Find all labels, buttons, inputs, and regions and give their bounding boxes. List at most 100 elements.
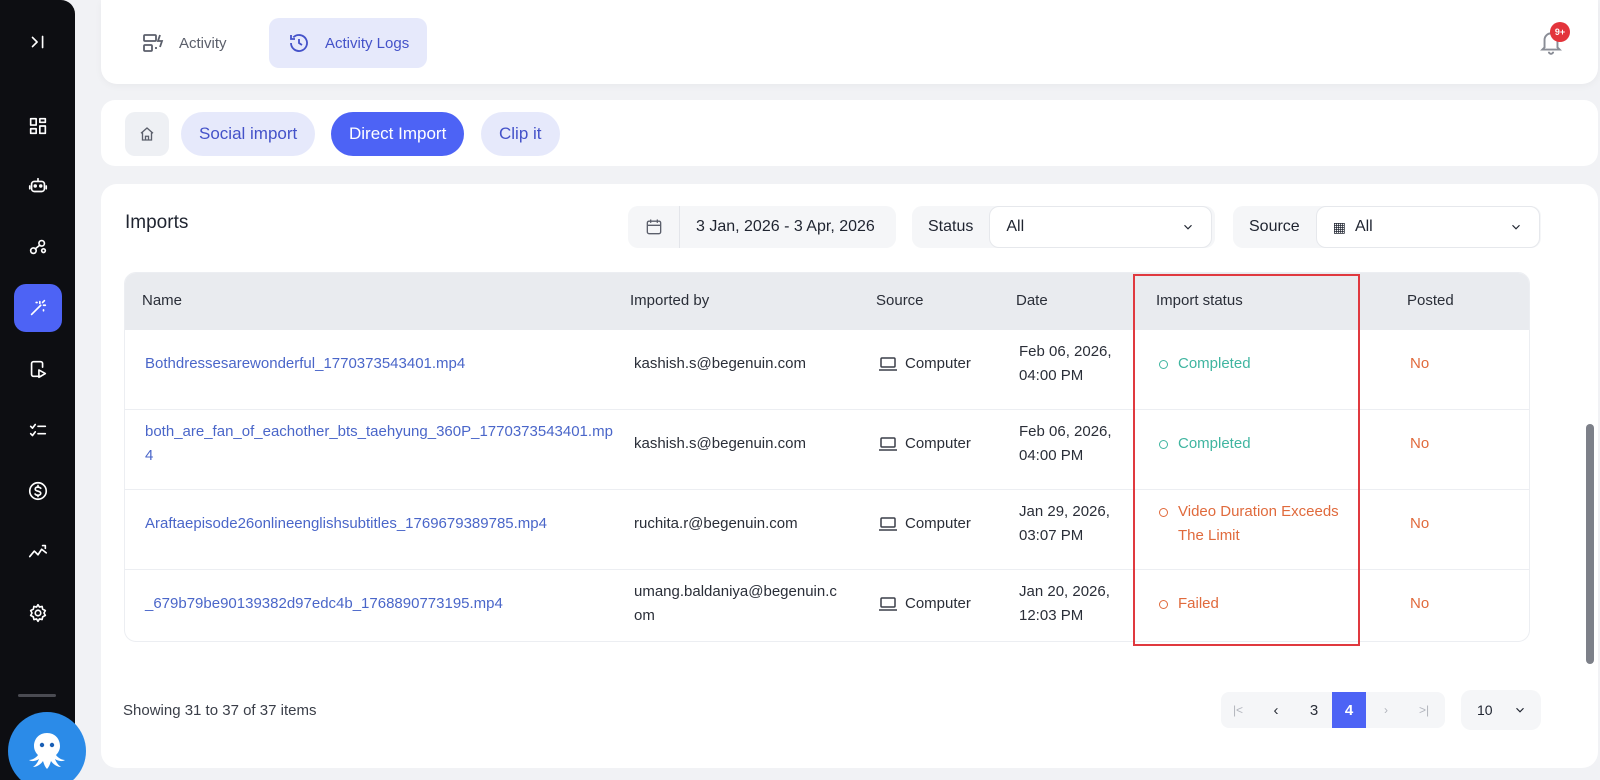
sidebar-divider: [18, 694, 56, 697]
source-select-value: All: [1354, 218, 1373, 235]
laptop-icon: [879, 437, 897, 451]
subtab-social-import[interactable]: Social import: [181, 112, 316, 156]
row-status-label: Failed: [1178, 595, 1219, 612]
status-filter-label: Status: [928, 218, 974, 235]
row-status-label: Video Duration Exceeds The Limit: [1178, 503, 1339, 544]
sidebar-item-imports[interactable]: [14, 284, 62, 332]
row-file-name[interactable]: both_are_fan_of_eachother_bts_taehyung_3…: [145, 420, 615, 468]
row-posted: No: [1410, 595, 1430, 612]
analytics-icon: [28, 544, 48, 558]
magic-wand-icon: [30, 299, 47, 316]
octopus-icon: [29, 733, 65, 769]
row-import-status: Completed: [1159, 352, 1359, 376]
assistant-avatar-button[interactable]: [8, 712, 86, 780]
chevron-right-icon: ›: [1384, 703, 1388, 717]
laptop-icon: [879, 517, 897, 531]
expand-sidebar-button[interactable]: [14, 18, 62, 66]
activity-icon: [143, 34, 164, 52]
page-button-3[interactable]: 3: [1297, 692, 1331, 728]
video-play-icon: [30, 360, 47, 379]
sidebar-item-dashboard[interactable]: [14, 102, 62, 150]
row-source: Computer: [879, 512, 971, 536]
row-import-status: Completed: [1159, 432, 1359, 456]
pagination-summary: Showing 31 to 37 of 37 items: [123, 702, 317, 719]
sidebar-item-bot[interactable]: [14, 162, 62, 210]
row-status-label: Completed: [1178, 355, 1251, 372]
row-status-label: Completed: [1178, 435, 1251, 452]
sidebar-item-connections[interactable]: [14, 223, 62, 271]
column-header-imported-by[interactable]: Imported by: [630, 292, 709, 309]
grid-icon: ▦: [1332, 218, 1346, 235]
row-source-label: Computer: [905, 595, 971, 612]
date-range-picker[interactable]: 3 Jan, 2026 - 3 Apr, 2026: [628, 206, 896, 248]
laptop-icon: [879, 597, 897, 611]
sidebar-item-analytics[interactable]: [14, 528, 62, 576]
row-source: Computer: [879, 592, 971, 616]
sidebar-item-settings[interactable]: [14, 589, 62, 637]
subtab-clip-it[interactable]: Clip it: [481, 112, 560, 156]
robot-icon: [28, 177, 48, 193]
table-header: Name Imported by Source Date Import stat…: [125, 273, 1529, 330]
pagination: |< ‹ 3 4 › >|: [1221, 692, 1445, 728]
row-source-label: Computer: [905, 435, 971, 452]
next-page-button[interactable]: ›: [1369, 692, 1403, 728]
chevron-left-icon: ‹: [1273, 701, 1279, 719]
column-header-name[interactable]: Name: [142, 292, 182, 309]
sidebar-item-monetization[interactable]: [14, 467, 62, 515]
first-page-button[interactable]: |<: [1221, 692, 1255, 728]
source-filter: Source ▦ All: [1233, 206, 1541, 248]
row-date: Jan 20, 2026, 12:03 PM: [1019, 583, 1110, 624]
row-date: Jan 29, 2026, 03:07 PM: [1019, 503, 1110, 544]
settings-icon: [29, 603, 47, 623]
sidebar-item-tasks[interactable]: [14, 406, 62, 454]
table-row[interactable]: Araftaepisode26onlineenglishsubtitles_17…: [125, 490, 1529, 570]
sidebar-item-videos[interactable]: [14, 345, 62, 393]
row-imported-by: umang.baldaniya@begenuin.com: [634, 583, 837, 624]
chevron-down-icon: [1184, 224, 1193, 230]
tab-activity-logs[interactable]: Activity Logs: [269, 18, 428, 68]
table-row[interactable]: _679b79be90139382d97edc4b_1768890773195.…: [125, 570, 1529, 641]
status-dot: [1159, 360, 1168, 369]
row-file-name[interactable]: Araftaepisode26onlineenglishsubtitles_17…: [145, 512, 615, 536]
home-button[interactable]: [125, 112, 169, 156]
first-page-icon: |<: [1232, 703, 1244, 717]
row-file-name[interactable]: _679b79be90139382d97edc4b_1768890773195.…: [145, 592, 615, 616]
source-filter-label: Source: [1249, 218, 1300, 235]
prev-page-button[interactable]: ‹: [1259, 692, 1293, 728]
row-source-label: Computer: [905, 515, 971, 532]
table-row[interactable]: Bothdressesarewonderful_1770373543401.mp…: [125, 330, 1529, 410]
row-date: Feb 06, 2026, 04:00 PM: [1019, 343, 1112, 384]
page-size-select[interactable]: 10: [1461, 690, 1541, 730]
notifications-button[interactable]: 9+: [1538, 22, 1570, 56]
top-bar: Activity Activity Logs 9+: [101, 0, 1598, 84]
row-imported-by: ruchita.r@begenuin.com: [634, 515, 798, 532]
page-title: Imports: [125, 212, 189, 233]
row-file-name[interactable]: Bothdressesarewonderful_1770373543401.mp…: [145, 352, 615, 376]
column-header-date[interactable]: Date: [1016, 292, 1048, 309]
table-row[interactable]: both_are_fan_of_eachother_bts_taehyung_3…: [125, 410, 1529, 490]
source-select[interactable]: ▦ All: [1315, 206, 1540, 248]
subtab-direct-import[interactable]: Direct Import: [331, 112, 465, 156]
row-source-label: Computer: [905, 355, 971, 372]
scrollbar-thumb[interactable]: [1586, 424, 1594, 664]
row-import-status: Failed: [1159, 592, 1359, 616]
tab-label: Activity Logs: [325, 34, 410, 52]
status-dot: [1159, 508, 1168, 517]
column-header-posted[interactable]: Posted: [1407, 292, 1454, 309]
dashboard-icon: [29, 117, 47, 135]
last-page-button[interactable]: >|: [1407, 692, 1441, 728]
last-page-icon: >|: [1418, 703, 1430, 717]
chevron-down-icon: [1511, 224, 1520, 230]
dollar-icon: [28, 481, 48, 501]
column-header-source[interactable]: Source: [876, 292, 924, 309]
notification-badge: 9+: [1550, 22, 1570, 42]
status-filter: Status All: [912, 206, 1215, 248]
page-button-4[interactable]: 4: [1332, 692, 1366, 728]
chevron-down-icon: [1516, 707, 1524, 713]
tab-activity[interactable]: Activity: [123, 18, 245, 68]
column-header-import-status[interactable]: Import status: [1156, 292, 1243, 309]
row-source: Computer: [879, 432, 971, 456]
row-posted: No: [1410, 355, 1430, 372]
status-select[interactable]: All: [989, 206, 1213, 248]
status-dot: [1159, 600, 1168, 609]
